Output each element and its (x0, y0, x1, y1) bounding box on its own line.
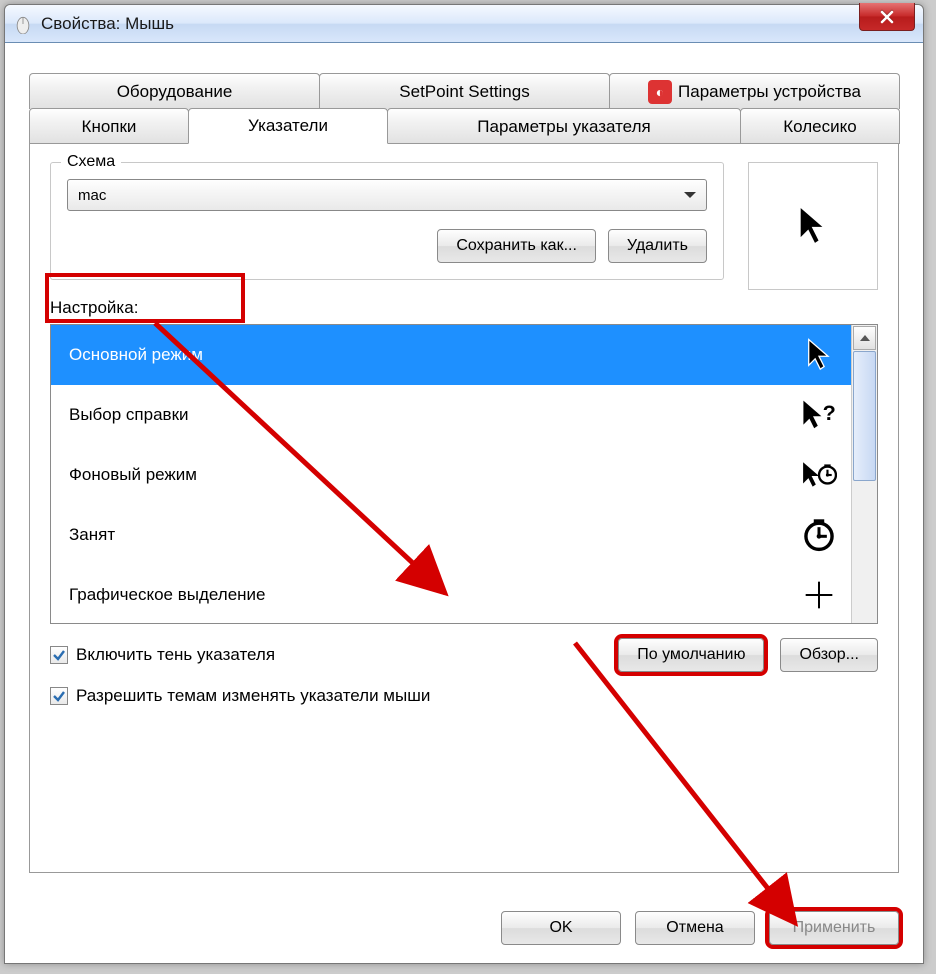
checkbox-icon (50, 646, 68, 664)
tab-device-params[interactable]: ◐Параметры устройства (609, 73, 900, 109)
ok-button[interactable]: OK (501, 911, 621, 945)
mouse-icon (13, 14, 33, 34)
list-scrollbar[interactable] (851, 325, 877, 623)
close-button[interactable] (859, 3, 915, 31)
scroll-thumb[interactable] (853, 351, 876, 481)
arrow-cursor-icon (796, 203, 830, 249)
svg-text:?: ? (823, 399, 836, 424)
mouse-properties-window: Свойства: Мышь Оборудование SetPoint Set… (4, 4, 924, 964)
scroll-up-button[interactable] (853, 326, 876, 350)
tab-hardware[interactable]: Оборудование (29, 73, 320, 109)
device-icon: ◐ (648, 80, 672, 104)
window-title: Свойства: Мышь (41, 14, 174, 34)
tab-pointer-options[interactable]: Параметры указателя (387, 108, 741, 144)
list-item-normal[interactable]: Основной режим (51, 325, 851, 385)
tab-content: Схема mac Сохранить как... Удалить Настр… (29, 143, 899, 873)
apply-button[interactable]: Применить (769, 911, 899, 945)
wait-cursor-icon (801, 517, 837, 553)
schema-legend: Схема (61, 153, 121, 171)
cursor-listbox[interactable]: Основной режим Выбор справки ? Фоновый р… (50, 324, 878, 624)
default-button[interactable]: По умолчанию (618, 638, 764, 672)
tab-pointers[interactable]: Указатели (188, 108, 388, 144)
settings-label: Настройка: (50, 298, 878, 318)
arrow-help-cursor-icon: ? (801, 397, 837, 433)
checkbox-icon (50, 687, 68, 705)
allow-themes-checkbox[interactable]: Разрешить темам изменять указатели мыши (50, 686, 878, 706)
tab-strip: Оборудование SetPoint Settings ◐Параметр… (29, 73, 899, 145)
schema-combo[interactable]: mac (67, 179, 707, 211)
dialog-buttons: OK Отмена Применить (501, 911, 899, 945)
arrow-wait-cursor-icon (801, 457, 837, 493)
list-item-background[interactable]: Фоновый режим (51, 445, 851, 505)
delete-button[interactable]: Удалить (608, 229, 707, 263)
enable-shadow-checkbox[interactable]: Включить тень указателя (50, 645, 602, 665)
cancel-button[interactable]: Отмена (635, 911, 755, 945)
list-item-precision[interactable]: Графическое выделение (51, 565, 851, 623)
crosshair-cursor-icon (801, 577, 837, 613)
schema-fieldset: Схема mac Сохранить как... Удалить (50, 162, 724, 280)
tab-setpoint[interactable]: SetPoint Settings (319, 73, 610, 109)
save-as-button[interactable]: Сохранить как... (437, 229, 596, 263)
arrow-cursor-icon (801, 337, 837, 373)
titlebar[interactable]: Свойства: Мышь (5, 5, 923, 43)
list-item-help[interactable]: Выбор справки ? (51, 385, 851, 445)
list-item-busy[interactable]: Занят (51, 505, 851, 565)
tab-buttons[interactable]: Кнопки (29, 108, 189, 144)
dialog-body: Оборудование SetPoint Settings ◐Параметр… (5, 43, 923, 963)
cursor-preview (748, 162, 878, 290)
tab-wheel[interactable]: Колесико (740, 108, 900, 144)
browse-button[interactable]: Обзор... (780, 638, 878, 672)
